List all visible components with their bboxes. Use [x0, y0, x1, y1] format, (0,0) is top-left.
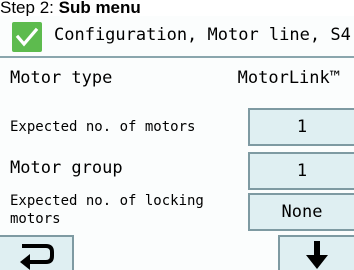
- expected-motors-label: Expected no. of motors: [10, 119, 196, 135]
- screen-header: Configuration, Motor line, S4 X1: [0, 16, 354, 58]
- motor-type-value: MotorLink™: [237, 68, 340, 88]
- motor-type-label: Motor type: [10, 68, 113, 88]
- expected-motors-value: 1: [296, 117, 308, 137]
- down-arrow-icon: [306, 241, 328, 269]
- expected-locking-motors-label-line1: Expected no. of locking: [10, 193, 204, 209]
- motor-group-field[interactable]: 1: [248, 152, 354, 190]
- step-title-prefix: Step 2:: [0, 0, 59, 17]
- back-button[interactable]: [0, 235, 74, 270]
- motor-group-value: 1: [296, 161, 308, 181]
- device-screen: Configuration, Motor line, S4 X1 Motor t…: [0, 16, 354, 270]
- expected-locking-motors-label-line2: motors: [10, 211, 61, 227]
- step-title-sub: Sub menu: [58, 0, 141, 17]
- down-button[interactable]: [278, 235, 354, 270]
- expected-locking-motors-field[interactable]: None: [248, 193, 354, 231]
- header-title: Configuration, Motor line, S4 X1: [54, 25, 354, 45]
- motor-group-label: Motor group: [10, 158, 123, 178]
- expected-motors-field[interactable]: 1: [248, 108, 354, 146]
- expected-locking-motors-label: Expected no. of locking motors: [10, 192, 204, 228]
- expected-locking-motors-value: None: [281, 202, 323, 222]
- checkmark-icon[interactable]: [12, 22, 42, 52]
- return-arrow-icon: [20, 244, 54, 270]
